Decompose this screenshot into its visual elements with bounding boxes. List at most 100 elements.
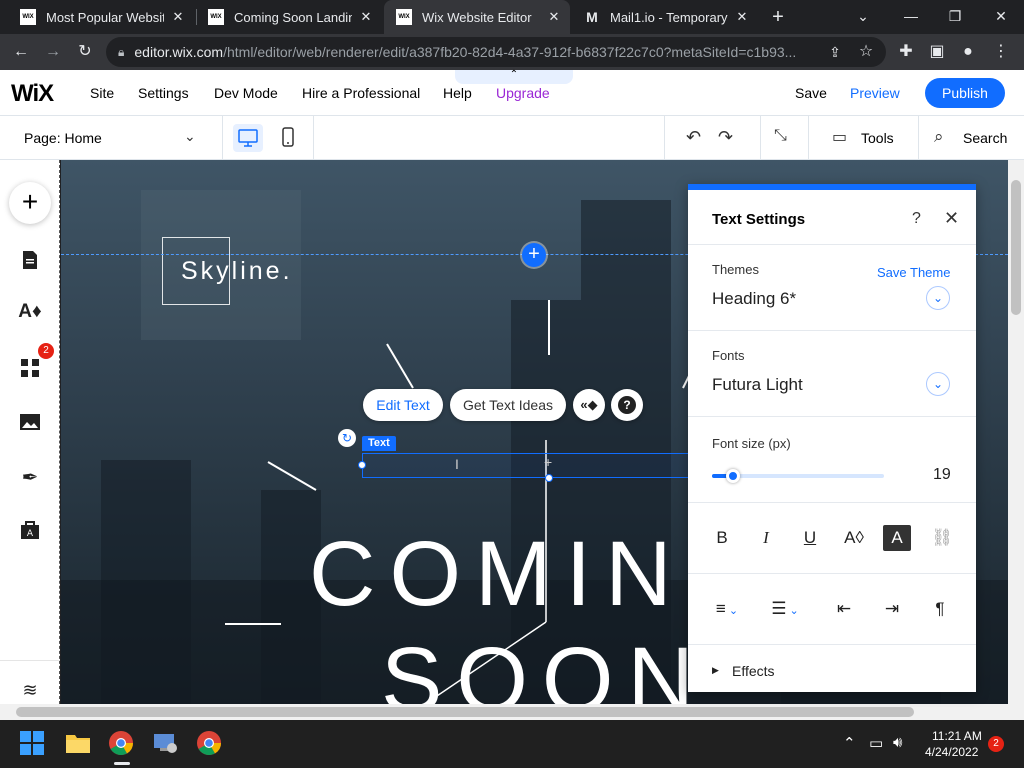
chevron-down-icon[interactable]: ⌄ — [926, 286, 950, 310]
chevron-down-icon[interactable]: ⌄ — [184, 128, 196, 145]
scrollbar-thumb[interactable] — [16, 707, 914, 717]
rotate-handle-icon[interactable]: ↻ — [338, 429, 356, 447]
add-elements-button[interactable]: + — [9, 182, 51, 224]
text-color-icon[interactable]: A◊ — [839, 525, 869, 551]
wix-logo[interactable]: WiX — [11, 80, 54, 108]
tab-search-icon[interactable]: ⌄ — [848, 4, 878, 28]
menu-site[interactable]: Site — [90, 85, 114, 101]
preview-button[interactable]: Preview — [850, 85, 900, 101]
restore-icon[interactable]: ❐ — [940, 4, 970, 28]
font-size-input[interactable]: 19 — [933, 466, 951, 484]
underline-icon[interactable]: U — [795, 525, 825, 551]
decrease-indent-icon[interactable]: ⇤ — [829, 596, 859, 622]
taskbar-clock-date[interactable]: 4/24/2022 — [925, 745, 978, 759]
panel-help-button[interactable]: ? — [912, 210, 921, 228]
browser-tab[interactable]: WIX Most Popular Website T ✕ — [8, 0, 194, 34]
browser-tab[interactable]: M Mail1.io - Temporary Em ✕ — [572, 0, 758, 34]
increase-indent-icon[interactable]: ⇥ — [877, 596, 907, 622]
site-logo-text[interactable]: Skyline. — [181, 257, 293, 286]
back-arrow-icon[interactable]: ← — [10, 41, 32, 63]
new-tab-icon[interactable]: + — [766, 5, 790, 29]
menu-upgrade[interactable]: Upgrade — [496, 85, 550, 101]
menu-hire-professional[interactable]: Hire a Professional — [302, 85, 420, 101]
text-direction-icon[interactable]: ¶ — [925, 596, 955, 622]
bookmark-star-icon[interactable]: ☆ — [855, 41, 877, 63]
media-icon[interactable] — [16, 408, 44, 436]
taskbar-clock-time[interactable]: 11:21 AM — [932, 729, 982, 743]
text-align-icon[interactable]: ≡ ⌄ — [707, 596, 747, 622]
menu-help[interactable]: Help — [443, 85, 472, 101]
more-menu-icon[interactable]: ⋮ — [990, 41, 1012, 63]
collapse-topbar-handle[interactable]: ⌃ — [455, 70, 573, 84]
chrome-icon[interactable] — [196, 730, 224, 758]
volume-icon[interactable]: 🔊︎ — [893, 734, 902, 751]
undo-icon[interactable]: ↶ — [686, 127, 701, 148]
reload-icon[interactable]: ↻ — [74, 41, 96, 63]
publish-button[interactable]: Publish — [925, 78, 1005, 108]
url-host: editor.wix.com — [134, 44, 224, 60]
close-icon[interactable]: ✕ — [944, 208, 959, 229]
text-highlight-icon[interactable]: A — [883, 525, 911, 551]
bullet-list-icon[interactable]: ☰ ⌄ — [765, 596, 805, 622]
headline-coming[interactable]: COMIN — [309, 522, 686, 627]
blog-pen-icon[interactable]: ✒ — [16, 463, 44, 491]
mobile-view-button[interactable] — [278, 126, 298, 150]
get-text-ideas-button[interactable]: Get Text Ideas — [450, 389, 566, 421]
close-icon[interactable]: ✕ — [358, 9, 374, 25]
page-selector[interactable]: Page: Home — [24, 130, 102, 146]
help-button[interactable]: ? — [611, 389, 643, 421]
redo-icon[interactable]: ↷ — [718, 127, 733, 148]
address-bar[interactable]: 🔒︎ editor.wix.com /html/editor/web/rende… — [106, 37, 886, 67]
minimize-icon[interactable]: — — [896, 4, 926, 28]
window-close-icon[interactable]: ✕ — [986, 4, 1016, 28]
headline-soon[interactable]: SOON — [381, 628, 708, 704]
file-explorer-icon[interactable] — [64, 730, 92, 758]
share-icon[interactable]: ⇪ — [824, 41, 846, 63]
remote-desktop-icon[interactable] — [152, 730, 180, 758]
network-icon[interactable]: ▭ — [869, 734, 883, 752]
scrollbar-thumb[interactable] — [1011, 180, 1021, 315]
effects-section-toggle[interactable]: Effects — [732, 663, 775, 679]
business-icon[interactable]: A — [16, 516, 44, 544]
theme-dropdown-value[interactable]: Heading 6* — [712, 289, 796, 309]
chrome-icon[interactable] — [108, 730, 136, 758]
font-dropdown-value[interactable]: Futura Light — [712, 375, 803, 395]
menu-settings[interactable]: Settings — [138, 85, 189, 101]
windows-start-icon[interactable] — [19, 730, 47, 758]
add-apps-icon[interactable] — [16, 354, 44, 382]
close-icon[interactable]: ✕ — [546, 9, 562, 25]
notification-badge[interactable]: 2 — [988, 736, 1004, 752]
theme-manager-icon[interactable]: A♦ — [16, 298, 44, 326]
italic-icon[interactable]: I — [751, 525, 781, 551]
layers-icon[interactable]: ≋ — [16, 676, 44, 704]
show-hidden-icons-chevron[interactable]: ⌃ — [843, 734, 856, 752]
font-size-slider-handle[interactable] — [726, 469, 740, 483]
animation-button[interactable]: «◆ — [573, 389, 605, 421]
save-theme-link[interactable]: Save Theme — [877, 265, 950, 280]
edit-text-button[interactable]: Edit Text — [363, 389, 443, 421]
close-icon[interactable]: ✕ — [734, 9, 750, 25]
resize-handle[interactable] — [545, 474, 553, 482]
menu-dev-mode[interactable]: Dev Mode — [214, 85, 278, 101]
bold-icon[interactable]: B — [707, 525, 737, 551]
chevron-down-icon[interactable]: ⌄ — [926, 372, 950, 396]
zoom-out-arrows-icon[interactable]: ⤡ — [774, 127, 787, 145]
tools-button[interactable]: Tools — [861, 130, 894, 146]
close-icon[interactable]: ✕ — [170, 9, 186, 25]
forward-arrow-icon[interactable]: → — [42, 41, 64, 63]
tools-icon[interactable]: ▭ — [832, 127, 847, 147]
link-icon[interactable]: ⛓︎ — [927, 525, 957, 551]
profile-avatar-icon[interactable]: ● — [957, 41, 979, 63]
extensions-puzzle-icon[interactable]: ✚ — [895, 41, 917, 63]
search-icon[interactable]: ⌕ — [934, 127, 944, 147]
side-panel-icon[interactable]: ▣ — [926, 41, 948, 63]
add-section-button[interactable]: + — [522, 243, 546, 267]
resize-handle[interactable] — [358, 461, 366, 469]
pages-icon[interactable] — [16, 246, 44, 274]
browser-tab[interactable]: WIX Coming Soon Landing P ✕ — [196, 0, 382, 34]
save-button[interactable]: Save — [795, 85, 827, 101]
browser-tab-active[interactable]: WIX Wix Website Editor ✕ — [384, 0, 570, 34]
desktop-view-button[interactable] — [233, 124, 263, 152]
search-button[interactable]: Search — [963, 130, 1007, 146]
selected-text-box[interactable]: I + — [362, 453, 697, 478]
